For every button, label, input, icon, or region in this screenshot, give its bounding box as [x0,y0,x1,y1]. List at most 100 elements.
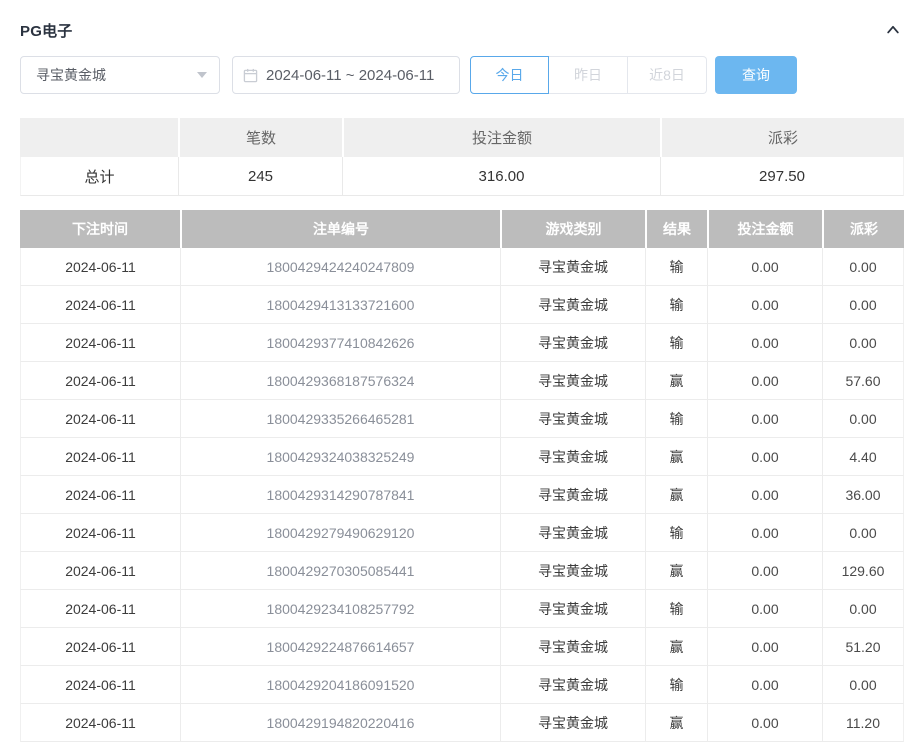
table-row: 2024-06-111800429368187576324寻宝黄金城赢0.005… [20,362,904,400]
search-button[interactable]: 查询 [715,56,797,94]
date-range-input[interactable]: 2024-06-11 ~ 2024-06-11 [232,56,460,94]
summary-total-count: 245 [178,157,342,196]
cell-game-type: 寻宝黄金城 [500,362,645,400]
cell-payout: 0.00 [822,400,904,438]
cell-result: 输 [645,324,707,362]
cell-bet-amount: 0.00 [707,552,822,590]
cell-bet-id: 1800429324038325249 [180,438,500,476]
cell-game-type: 寻宝黄金城 [500,400,645,438]
summary-total-payout: 297.50 [660,157,904,196]
header-payout: 派彩 [822,210,904,248]
cell-bet-time: 2024-06-11 [20,286,180,324]
cell-bet-amount: 0.00 [707,286,822,324]
summary-total-bet-amount: 316.00 [342,157,660,196]
cell-game-type: 寻宝黄金城 [500,476,645,514]
cell-bet-amount: 0.00 [707,514,822,552]
cell-game-type: 寻宝黄金城 [500,514,645,552]
cell-bet-time: 2024-06-11 [20,628,180,666]
cell-bet-time: 2024-06-11 [20,248,180,286]
cell-payout: 0.00 [822,248,904,286]
yesterday-button[interactable]: 昨日 [549,56,628,94]
summary-header-bet-amount: 投注金额 [342,118,660,157]
calendar-icon [243,68,258,83]
cell-payout: 51.20 [822,628,904,666]
table-row: 2024-06-111800429377410842626寻宝黄金城输0.000… [20,324,904,362]
cell-game-type: 寻宝黄金城 [500,628,645,666]
cell-result: 赢 [645,362,707,400]
summary-header-row: 笔数 投注金额 派彩 [20,118,904,157]
cell-bet-amount: 0.00 [707,476,822,514]
cell-bet-id: 1800429377410842626 [180,324,500,362]
table-row: 2024-06-111800429224876614657寻宝黄金城赢0.005… [20,628,904,666]
cell-result: 赢 [645,628,707,666]
summary-total-row: 总计 245 316.00 297.50 [20,157,904,196]
cell-result: 输 [645,248,707,286]
cell-payout: 4.40 [822,438,904,476]
bet-table-body: 2024-06-111800429424240247809寻宝黄金城输0.000… [20,248,904,742]
summary-header-payout: 派彩 [660,118,904,157]
table-row: 2024-06-111800429314290787841寻宝黄金城赢0.003… [20,476,904,514]
cell-payout: 11.20 [822,704,904,742]
header-game-type: 游戏类别 [500,210,645,248]
chevron-down-icon [197,72,207,78]
cell-game-type: 寻宝黄金城 [500,704,645,742]
cell-bet-id: 1800429314290787841 [180,476,500,514]
cell-result: 赢 [645,704,707,742]
cell-payout: 57.60 [822,362,904,400]
summary-total-label: 总计 [20,157,178,196]
cell-payout: 0.00 [822,286,904,324]
cell-bet-id: 1800429270305085441 [180,552,500,590]
cell-game-type: 寻宝黄金城 [500,438,645,476]
filter-bar: 寻宝黄金城 2024-06-11 ~ 2024-06-11 今日 昨日 近8日 … [20,56,904,94]
cell-bet-amount: 0.00 [707,324,822,362]
cell-result: 输 [645,514,707,552]
cell-bet-time: 2024-06-11 [20,362,180,400]
table-row: 2024-06-111800429335266465281寻宝黄金城输0.000… [20,400,904,438]
today-button[interactable]: 今日 [470,56,549,94]
cell-bet-id: 1800429279490629120 [180,514,500,552]
table-row: 2024-06-111800429204186091520寻宝黄金城输0.000… [20,666,904,704]
cell-bet-amount: 0.00 [707,628,822,666]
summary-header-empty [20,118,178,157]
bet-table: 下注时间 注单编号 游戏类别 结果 投注金额 派彩 2024-06-111800… [20,210,904,742]
game-select[interactable]: 寻宝黄金城 [20,56,220,94]
game-select-value: 寻宝黄金城 [36,65,106,85]
cell-payout: 0.00 [822,324,904,362]
cell-payout: 36.00 [822,476,904,514]
collapse-button[interactable] [882,19,904,41]
chevron-up-icon [885,22,901,38]
cell-game-type: 寻宝黄金城 [500,552,645,590]
cell-bet-id: 1800429368187576324 [180,362,500,400]
table-row: 2024-06-111800429413133721600寻宝黄金城输0.000… [20,286,904,324]
cell-bet-id: 1800429335266465281 [180,400,500,438]
header-bet-id: 注单编号 [180,210,500,248]
table-row: 2024-06-111800429270305085441寻宝黄金城赢0.001… [20,552,904,590]
cell-bet-id: 1800429413133721600 [180,286,500,324]
cell-payout: 0.00 [822,514,904,552]
cell-bet-id: 1800429204186091520 [180,666,500,704]
page-title: PG电子 [20,20,72,41]
cell-bet-id: 1800429194820220416 [180,704,500,742]
quick-date-button-group: 今日 昨日 近8日 [470,56,707,94]
cell-bet-amount: 0.00 [707,666,822,704]
table-row: 2024-06-111800429234108257792寻宝黄金城输0.000… [20,590,904,628]
table-row: 2024-06-111800429279490629120寻宝黄金城输0.000… [20,514,904,552]
last-8-days-button[interactable]: 近8日 [628,56,707,94]
cell-game-type: 寻宝黄金城 [500,248,645,286]
cell-result: 赢 [645,438,707,476]
cell-bet-time: 2024-06-11 [20,476,180,514]
date-range-value: 2024-06-11 ~ 2024-06-11 [266,67,434,84]
cell-bet-time: 2024-06-11 [20,666,180,704]
cell-bet-id: 1800429224876614657 [180,628,500,666]
table-row: 2024-06-111800429324038325249寻宝黄金城赢0.004… [20,438,904,476]
summary-table: 笔数 投注金额 派彩 总计 245 316.00 297.50 [20,118,904,196]
pg-panel: PG电子 寻宝黄金城 2024-06-11 ~ 20 [0,0,924,742]
cell-result: 输 [645,590,707,628]
cell-game-type: 寻宝黄金城 [500,286,645,324]
cell-bet-amount: 0.00 [707,400,822,438]
cell-game-type: 寻宝黄金城 [500,666,645,704]
bet-table-header-row: 下注时间 注单编号 游戏类别 结果 投注金额 派彩 [20,210,904,248]
cell-result: 输 [645,286,707,324]
panel-header: PG电子 [20,18,904,42]
cell-bet-amount: 0.00 [707,362,822,400]
